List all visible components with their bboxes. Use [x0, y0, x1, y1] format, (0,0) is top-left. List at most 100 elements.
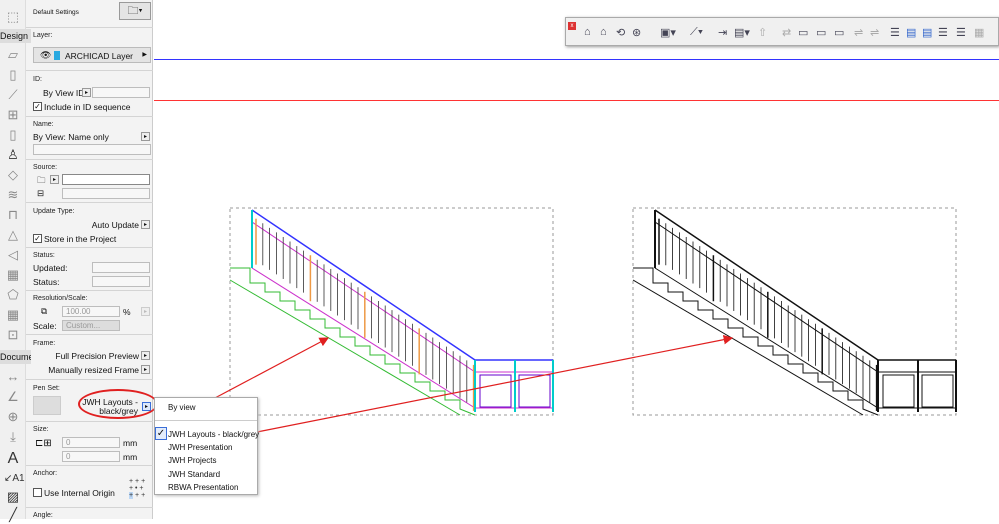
frame-preview-arrow[interactable]: ▸ [141, 351, 150, 360]
menu-item-penset[interactable]: RBWA Presentation [168, 483, 238, 492]
favorites-button[interactable]: 🗀▾ [119, 2, 151, 20]
label-tool-icon[interactable]: ↙A1 [4, 470, 25, 488]
size-label: Size: [33, 426, 49, 433]
text-tool-icon[interactable]: A [4, 450, 22, 468]
scale-dropdown[interactable]: Custom... [62, 320, 120, 331]
curtain-wall-tool-icon[interactable]: ▦ [4, 306, 22, 324]
zoom-next-icon[interactable]: ▭ [834, 26, 844, 39]
rebuild-icon[interactable]: ⊛ [632, 26, 641, 39]
default-settings-label: Default Settings [33, 9, 79, 16]
align-a-icon[interactable]: ⇌ [854, 26, 863, 39]
railing-tool-icon[interactable]: ⊓ [4, 206, 22, 224]
wall-tool-icon[interactable]: ▱ [4, 46, 22, 64]
use-internal-origin-checkbox[interactable] [33, 488, 42, 497]
update-view-icon[interactable]: ⌂ [600, 26, 607, 38]
size-link-icon: ⊏⊞ [35, 438, 52, 449]
column-tool-icon[interactable]: ▯ [4, 66, 22, 84]
zoom-prev-icon[interactable]: ▭ [816, 26, 826, 39]
percent-label: % [123, 307, 131, 317]
store-project-checkbox[interactable]: ✓ [33, 234, 42, 243]
view-settings-icon[interactable]: ⌂ [584, 26, 591, 38]
source-label: Source: [33, 164, 58, 171]
align-b-icon[interactable]: ⇌ [870, 26, 879, 39]
window-tool-icon[interactable]: ⊞ [4, 106, 22, 124]
list-icon[interactable]: ▤ [906, 26, 916, 39]
updated-field [92, 262, 150, 273]
align-right-icon[interactable]: ☰ [956, 26, 966, 39]
marquee-tool-icon[interactable]: ⬚ [4, 8, 22, 26]
checkmark-icon: ✓ [155, 427, 167, 440]
id-mode-arrow[interactable]: ▸ [82, 88, 91, 97]
shell-tool-icon[interactable]: ◁ [4, 246, 22, 264]
door-tool-icon[interactable]: ▯ [4, 126, 22, 144]
mesh-tool-icon[interactable]: ▦ [4, 266, 22, 284]
stair-drawings [197, 207, 957, 433]
source-arrow[interactable]: ▸ [50, 175, 59, 184]
dimension-tool-icon[interactable]: ↔ [4, 368, 22, 386]
visibility-eye-icon: 👁 [40, 50, 52, 60]
zoom-window-icon[interactable]: ▭ [798, 26, 808, 39]
name-arrow[interactable]: ▸ [141, 132, 150, 141]
redefine-view-icon[interactable]: ⟲ [616, 26, 625, 39]
slab-tool-icon[interactable]: ◇ [4, 166, 22, 184]
dims-icon[interactable]: ⇥ [718, 26, 727, 39]
resolution-icon: ⧉ [41, 306, 48, 316]
stair-tool-icon[interactable]: ≋ [4, 186, 22, 204]
store-project-label: Store in the Project [44, 234, 117, 244]
width-field[interactable]: 0 [62, 437, 120, 448]
frame-size-arrow[interactable]: ▸ [141, 365, 150, 374]
source-view-field[interactable] [62, 188, 150, 199]
up-icon[interactable]: ⇧ [758, 26, 767, 39]
elevation-dimension-icon[interactable]: ⤓ [4, 428, 22, 446]
status-field-label: Status: [33, 277, 60, 287]
line-tool-icon[interactable]: ╱ [4, 506, 22, 524]
layer-selector[interactable]: 👁 ARCHICAD Layer ▶ [33, 47, 151, 63]
close-icon[interactable]: x [568, 22, 576, 30]
name-label: Name: [33, 121, 54, 128]
swap-icon[interactable]: ⇄ [782, 26, 791, 39]
height-unit: mm [123, 452, 138, 462]
angle-dimension-icon[interactable]: ∠ [4, 388, 22, 406]
resolution-label: Resolution/Scale: [33, 295, 88, 302]
id-field[interactable] [92, 87, 150, 98]
updated-label: Updated: [33, 263, 68, 273]
morph-tool-icon[interactable]: ⬠ [4, 286, 22, 304]
object-tool-icon[interactable]: ♙ [4, 146, 22, 164]
toolbox-document-section[interactable]: Documen [0, 350, 31, 364]
roof-tool-icon[interactable]: △ [4, 226, 22, 244]
align-left-icon[interactable]: ☰ [938, 26, 948, 39]
name-field[interactable] [33, 144, 151, 155]
stair-edit-icon[interactable]: ⟋▾ [690, 26, 703, 39]
resolution-field[interactable]: 100.00 [62, 306, 120, 317]
fill-tool-icon[interactable]: ▨ [4, 488, 22, 506]
highlight-ellipse [78, 389, 158, 419]
menu-item-penset[interactable]: JWH Standard [168, 470, 220, 479]
height-field[interactable]: 0 [62, 451, 120, 462]
drawing-icon[interactable]: ▣▾ [660, 26, 676, 39]
source-field[interactable] [62, 174, 150, 185]
indent-icon[interactable]: ☰ [890, 26, 900, 39]
menu-item-penset[interactable]: JWH Presentation [168, 443, 232, 452]
level-dimension-icon[interactable]: ⊕ [4, 408, 22, 426]
update-type-label: Update Type: [33, 208, 75, 215]
anchor-point-grid[interactable]: + + + + • + + + + [129, 478, 145, 499]
layout-canvas[interactable] [154, 0, 999, 519]
width-unit: mm [123, 438, 138, 448]
name-value: By View: Name only [33, 132, 109, 142]
zone-tool-icon[interactable]: ⊡ [4, 326, 22, 344]
mid-rail [251, 221, 553, 373]
menu-item-penset[interactable]: JWH Projects [168, 456, 216, 465]
delete-list-icon[interactable]: ▤ [922, 26, 932, 39]
save-icon[interactable]: ▤▾ [734, 26, 750, 39]
beam-tool-icon[interactable]: ⟋ [4, 86, 22, 104]
menu-item-penset[interactable]: JWH Layouts - black/grey [168, 430, 259, 439]
layer-label: Layer: [33, 32, 53, 39]
menu-item-by-view[interactable]: By view [168, 403, 196, 412]
update-type-arrow[interactable]: ▸ [141, 220, 150, 229]
include-id-checkbox[interactable]: ✓ [33, 102, 42, 111]
penset-label: Pen Set: [33, 385, 60, 392]
grid-icon[interactable]: ▦ [974, 26, 984, 39]
resolution-arrow[interactable]: ▸ [141, 307, 150, 316]
stair-stringer [229, 279, 461, 416]
toolbox-design-section[interactable]: Design [0, 29, 31, 43]
